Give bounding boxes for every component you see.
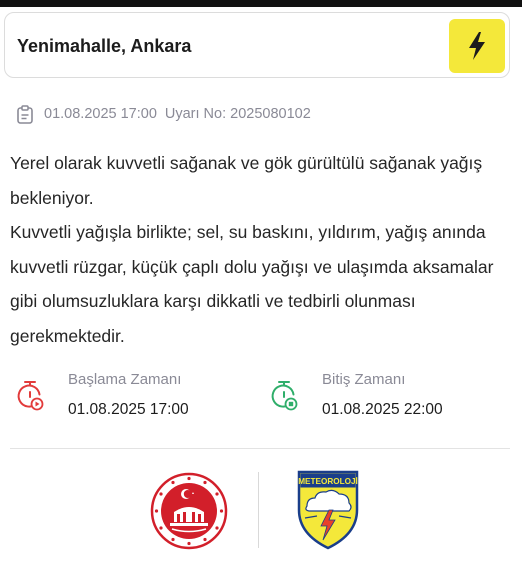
warning-type-button[interactable] xyxy=(449,19,505,73)
end-time-label: Bitiş Zamanı xyxy=(322,371,406,388)
warning-description: Yerel olarak kuvvetli sağanak ve gök gür… xyxy=(10,146,510,353)
description-line-1: Yerel olarak kuvvetli sağanak ve gök gür… xyxy=(10,153,483,208)
meteoroloji-logo: METEOROLOJİ xyxy=(297,470,359,550)
clipboard-icon xyxy=(17,104,33,124)
timer-stop-icon xyxy=(271,381,298,411)
location-card: Yenimahalle, Ankara xyxy=(4,12,510,78)
bolt-icon xyxy=(469,32,485,60)
description-line-2: Kuvvetli yağışla birlikte; sel, su baskı… xyxy=(10,222,494,346)
logo-divider xyxy=(258,472,259,548)
end-time-value: 01.08.2025 22:00 xyxy=(322,401,443,418)
svg-text:METEOROLOJİ: METEOROLOJİ xyxy=(298,476,358,486)
alert-datetime: 01.08.2025 17:00 xyxy=(44,106,157,122)
start-time-label: Başlama Zamanı xyxy=(68,371,182,388)
section-divider xyxy=(10,448,510,449)
alert-meta-row: 01.08.2025 17:00 Uyarı No: 2025080102 xyxy=(16,104,311,124)
status-bar-strip xyxy=(0,0,522,7)
ministry-seal-logo xyxy=(150,472,228,550)
start-time-value: 01.08.2025 17:00 xyxy=(68,401,189,418)
timer-play-icon xyxy=(17,381,44,411)
warning-number: Uyarı No: 2025080102 xyxy=(164,106,311,122)
location-title: Yenimahalle, Ankara xyxy=(17,36,192,56)
